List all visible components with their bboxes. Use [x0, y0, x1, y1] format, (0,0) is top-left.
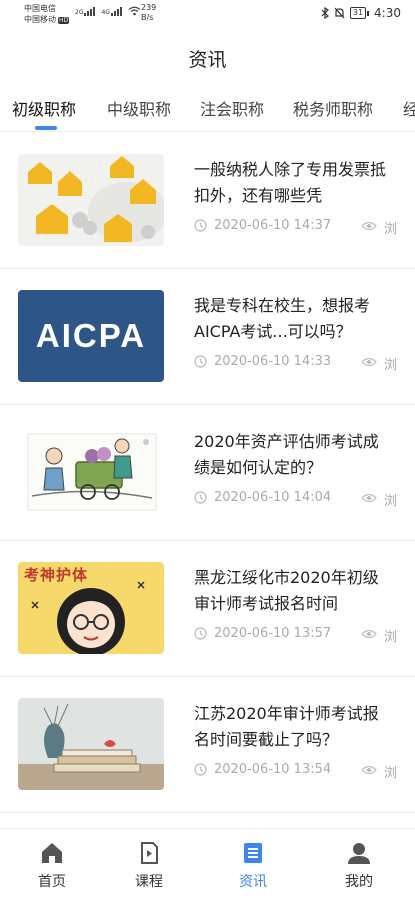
article-views: 浏 [384, 630, 398, 645]
article-time: 2020-06-10 13:54 [214, 762, 332, 777]
clock-icon [194, 491, 207, 504]
article-time: 2020-06-10 14:33 [214, 354, 332, 369]
bottom-nav: 首页 课程 资讯 我的 [0, 828, 415, 900]
page-header: 资讯 [0, 32, 415, 84]
nav-news[interactable]: 资讯 [201, 829, 305, 900]
article-item[interactable]: AICPA 我是专科在校生，想报考AICPA考试...可以吗？ 2020-06-… [0, 269, 415, 405]
profile-icon [348, 843, 370, 864]
hd-badge: HD [58, 17, 70, 24]
article-title: 黑龙江绥化市2020年初级审计师考试报名时间 [194, 568, 379, 613]
article-thumbnail: AICPA [18, 290, 164, 382]
tab-zhuhui[interactable]: 注会职称 [200, 96, 264, 120]
article-title: 2020年资产评估师考试成绩是如何认定的？ [194, 432, 379, 477]
article-title: 江苏2020年审计师考试报名时间要截止了吗？ [194, 704, 379, 749]
nav-profile[interactable]: 我的 [307, 829, 411, 900]
nav-home-label: 首页 [38, 874, 66, 890]
article-meta: 2020-06-10 14:33 浏 [194, 353, 415, 373]
nav-news-label: 资讯 [239, 874, 267, 890]
tab-shuiwushi[interactable]: 税务师职称 [293, 96, 373, 120]
views-icon [361, 629, 377, 639]
news-icon [244, 843, 262, 863]
tab-zhongji[interactable]: 中级职称 [107, 96, 171, 120]
article-thumbnail [18, 698, 164, 790]
course-icon [141, 842, 158, 864]
status-bar: 中国电信 中国移动 HD 2G 4G 239 B/s 31 4:30 [0, 0, 415, 32]
nav-course[interactable]: 课程 [97, 829, 201, 900]
home-icon [42, 843, 62, 863]
wifi-icon [128, 6, 141, 16]
views-icon [361, 493, 377, 503]
category-tabs: 初级职称 中级职称 注会职称 税务师职称 经 [0, 84, 415, 132]
article-views: 浏 [384, 494, 398, 509]
article-time: 2020-06-10 14:37 [214, 218, 332, 233]
signal-indicators: 2G 4G [75, 6, 141, 16]
article-title: 一般纳税人除了专用发票抵扣外，还有哪些凭 [194, 160, 387, 205]
page-title: 资讯 [188, 48, 227, 71]
article-meta: 2020-06-10 14:04 浏 [194, 489, 415, 509]
clock-time: 4:30 [374, 6, 401, 20]
mute-icon [334, 7, 345, 19]
article-time: 2020-06-10 14:04 [214, 490, 332, 505]
article-thumbnail [18, 154, 164, 246]
tab-chuji[interactable]: 初级职称 [12, 96, 76, 120]
aicpa-thumb-text: AICPA [35, 317, 147, 354]
article-title: 我是专科在校生，想报考AICPA考试...可以吗？ [194, 296, 371, 341]
article-meta: 2020-06-10 13:57 浏 [194, 625, 415, 645]
network-type-1: 2G [75, 9, 84, 16]
bluetooth-icon [321, 7, 329, 19]
views-icon [361, 765, 377, 775]
active-tab-indicator [35, 126, 57, 130]
signal-2-icon [110, 7, 122, 16]
battery-icon: 31 [349, 7, 367, 19]
network-speed: 239 B/s [141, 3, 157, 22]
status-right: 31 4:30 [321, 6, 401, 20]
carrier-info: 中国电信 中国移动 HD [24, 3, 70, 26]
article-views: 浏 [384, 358, 398, 373]
article-item[interactable]: 一般纳税人除了专用发票抵扣外，还有哪些凭 2020-06-10 14:37 浏 [0, 133, 415, 269]
article-views: 浏 [384, 222, 398, 237]
article-item[interactable]: 考神护体 黑龙江绥化市2020年初级审计师考试报名时间 2020-06-10 1… [0, 541, 415, 677]
views-icon [361, 221, 377, 231]
clock-icon [194, 763, 207, 776]
battery-tip [367, 10, 370, 16]
signal-1-icon [84, 7, 96, 16]
article-meta: 2020-06-10 13:54 浏 [194, 761, 415, 781]
article-item[interactable]: 2020年资产评估师考试成绩是如何认定的？ 2020-06-10 14:04 浏 [0, 405, 415, 541]
article-meta: 2020-06-10 14:37 浏 [194, 217, 415, 237]
nav-home[interactable]: 首页 [0, 829, 104, 900]
tab-more[interactable]: 经 [403, 96, 415, 120]
network-type-2: 4G [101, 9, 110, 16]
article-thumbnail [18, 426, 164, 518]
clock-icon [194, 627, 207, 640]
views-icon [361, 357, 377, 367]
nav-course-label: 课程 [135, 874, 163, 890]
clock-icon [194, 355, 207, 368]
article-thumbnail: 考神护体 [18, 562, 164, 654]
clock-icon [194, 219, 207, 232]
article-item[interactable]: 江苏2020年审计师考试报名时间要截止了吗？ 2020-06-10 13:54 … [0, 677, 415, 813]
nav-profile-label: 我的 [345, 874, 373, 890]
carrier-1: 中国电信 [24, 4, 56, 13]
article-views: 浏 [384, 766, 398, 781]
carrier-2: 中国移动 [24, 15, 56, 24]
article-time: 2020-06-10 13:57 [214, 626, 332, 641]
